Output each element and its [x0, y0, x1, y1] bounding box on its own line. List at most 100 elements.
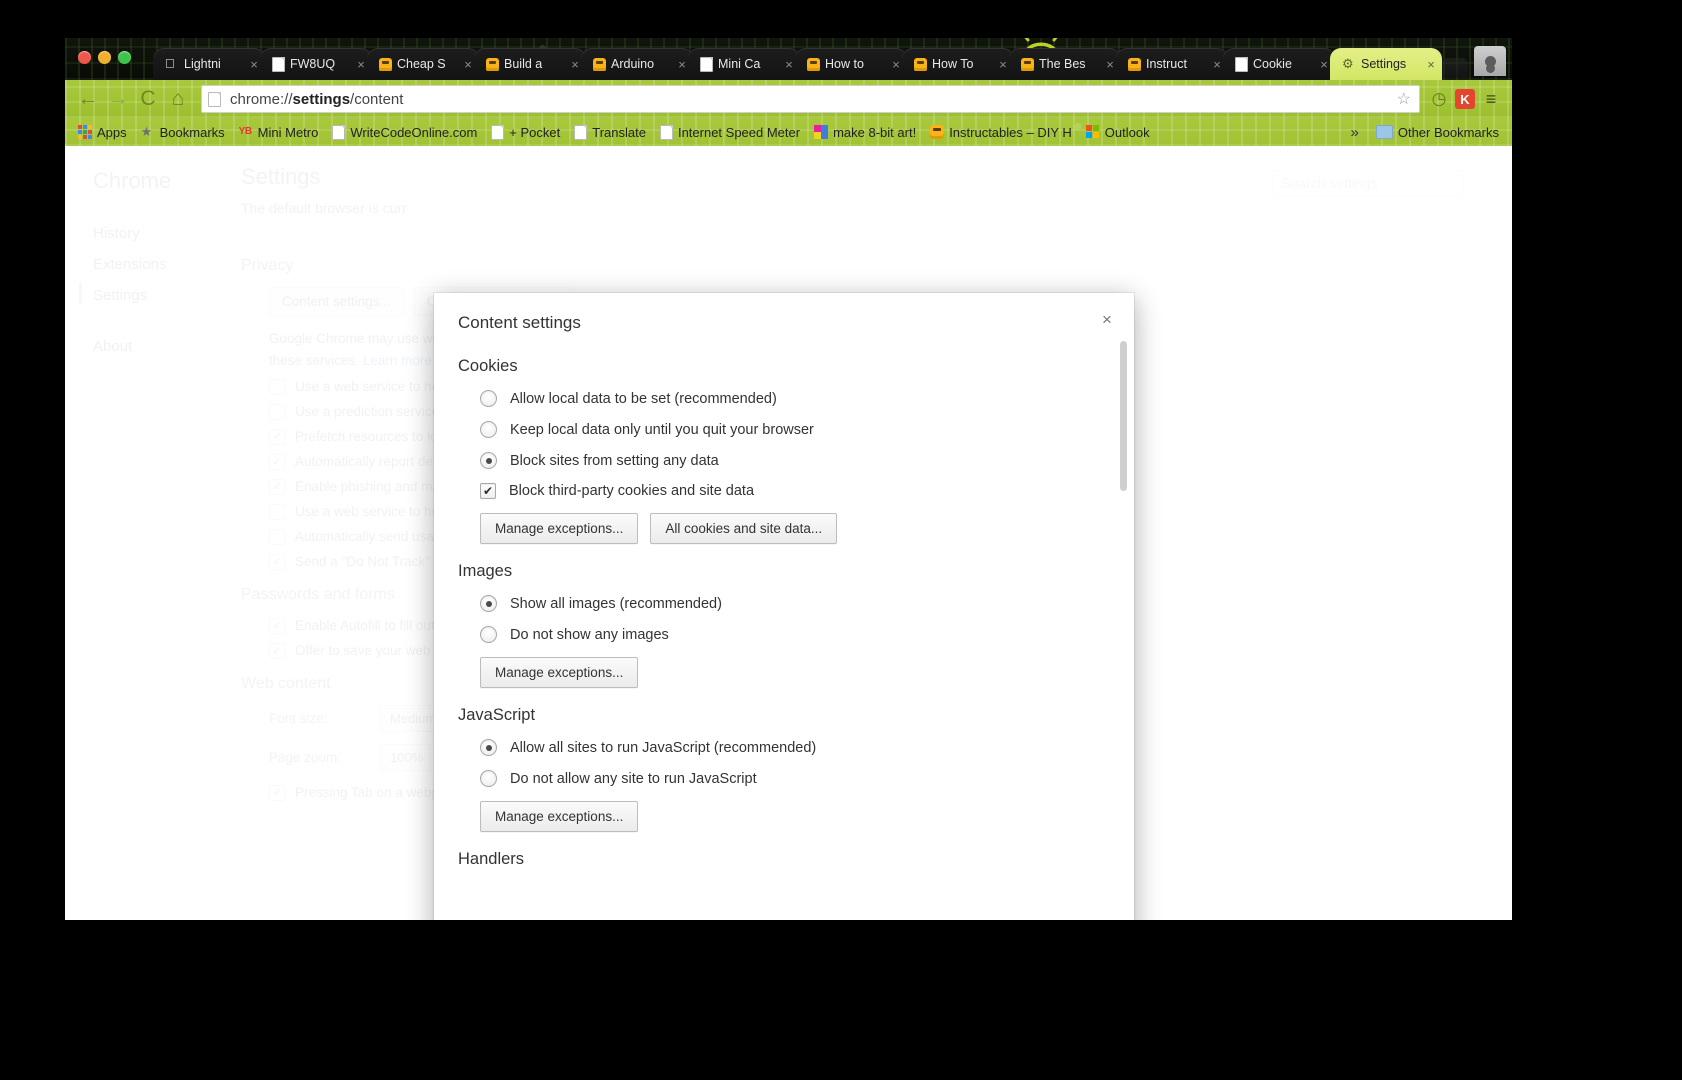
tab-close-icon[interactable]: × — [461, 57, 475, 72]
microsoft-squares-icon — [1085, 125, 1100, 139]
new-tab-button[interactable] — [1442, 58, 1468, 78]
browser-toolbar: ← → C ⌂ chrome://settings/content ☆ ◷ K … — [65, 80, 1512, 118]
radio-label: Allow all sites to run JavaScript (recom… — [510, 739, 817, 756]
bookmark-item[interactable]: Translate — [567, 123, 653, 142]
bookmark-item[interactable]: YB Mini Metro — [232, 123, 326, 142]
tab-title: Settings — [1361, 57, 1407, 71]
star-icon: ★ — [140, 124, 153, 139]
bookmark-item[interactable]: + Pocket — [484, 123, 567, 142]
tab-title: Arduino — [611, 57, 655, 71]
radio-option-row[interactable]: Allow all sites to run JavaScript (recom… — [480, 739, 1110, 756]
bookmarks-overflow-button[interactable]: » — [1341, 122, 1369, 143]
radio-button[interactable] — [480, 595, 497, 612]
document-icon — [272, 56, 285, 72]
chrome-menu-icon[interactable]: ≡ — [1478, 86, 1504, 112]
bookmark-item[interactable]: ★ Bookmarks — [134, 123, 232, 142]
browser-tab[interactable]:  Lightni × — [153, 48, 265, 80]
tab-strip: Lightni×FW8UQ×Cheap S×Build a×Arduino×M… — [65, 38, 1512, 80]
browser-tab[interactable]: Cheap S × — [367, 48, 479, 80]
browser-tab[interactable]: How To × — [902, 48, 1014, 80]
reload-icon[interactable]: C — [133, 84, 163, 114]
extension-clock-icon[interactable]: ◷ — [1426, 86, 1452, 112]
manage-exceptions-button[interactable]: Manage exceptions... — [480, 801, 639, 832]
radio-button[interactable] — [480, 421, 497, 438]
window-close-button[interactable] — [78, 51, 91, 64]
address-bar[interactable]: chrome://settings/content ☆ — [201, 85, 1420, 113]
bookmark-label: Apps — [97, 124, 127, 140]
instructables-robot-icon — [1021, 57, 1034, 71]
browser-tab[interactable]: Instruct × — [1116, 48, 1228, 80]
window-minimize-button[interactable] — [98, 51, 111, 64]
bookmark-item[interactable]: Internet Speed Meter — [653, 123, 807, 142]
instructables-robot-icon — [593, 57, 606, 71]
radio-option-row[interactable]: Keep local data only until you quit your… — [480, 421, 1110, 438]
tab-close-icon[interactable]: × — [889, 57, 903, 72]
bookmark-label: Mini Metro — [257, 124, 319, 140]
radio-option-row[interactable]: Block sites from setting any data — [480, 452, 1110, 469]
extension-red-icon[interactable]: K — [1452, 86, 1478, 112]
radio-button[interactable] — [480, 739, 497, 756]
other-bookmarks-folder[interactable]: Other Bookmarks — [1369, 123, 1506, 142]
browser-tab[interactable]: ⚙ Settings × — [1330, 48, 1442, 80]
radio-button[interactable] — [480, 626, 497, 643]
back-icon[interactable]: ← — [73, 84, 103, 114]
radio-option-row[interactable]: Do not allow any site to run JavaScript — [480, 770, 1110, 787]
profile-avatar-button[interactable] — [1474, 46, 1506, 76]
browser-tab[interactable]: The Bes × — [1009, 48, 1121, 80]
browser-tab[interactable]: FW8UQ × — [260, 48, 372, 80]
radio-label: Do not allow any site to run JavaScript — [510, 770, 757, 787]
window-maximize-button[interactable] — [118, 51, 131, 64]
tab-close-icon[interactable]: × — [996, 57, 1010, 72]
tab-close-icon[interactable]: × — [1317, 57, 1331, 72]
browser-window: Lightni×FW8UQ×Cheap S×Build a×Arduino×M… — [65, 38, 1512, 920]
tab-close-icon[interactable]: × — [1424, 57, 1438, 72]
instructables-robot-icon — [486, 57, 499, 71]
tab-title: Cookie — [1253, 57, 1292, 71]
bookmark-star-icon[interactable]: ☆ — [1397, 89, 1411, 109]
folder-icon — [1375, 125, 1393, 139]
radio-button[interactable] — [480, 770, 497, 787]
page-info-icon[interactable] — [208, 91, 221, 107]
bookmark-item[interactable]: Outlook — [1079, 123, 1157, 142]
browser-tab[interactable]: Mini Ca × — [688, 48, 800, 80]
bookmark-item[interactable]: Apps — [71, 123, 134, 142]
checkbox-option-row[interactable]: ✔ Block third-party cookies and site data — [480, 483, 1110, 499]
tab-title: The Bes — [1039, 57, 1086, 71]
tab-close-icon[interactable]: × — [1210, 57, 1224, 72]
tab-title: How To — [932, 57, 974, 71]
manage-exceptions-button[interactable]: Manage exceptions... — [480, 513, 639, 544]
close-icon[interactable]: × — [1096, 308, 1118, 330]
bookmark-item[interactable]: WriteCodeOnline.com — [325, 123, 484, 142]
tab-title: Instruct — [1146, 57, 1187, 71]
dialog-scrollbar-thumb[interactable] — [1120, 341, 1127, 491]
all-cookies-and-site-data-button[interactable]: All cookies and site data... — [650, 513, 838, 544]
tab-close-icon[interactable]: × — [568, 57, 582, 72]
dialog-button-row: Manage exceptions... — [480, 801, 1110, 832]
tab-close-icon[interactable]: × — [247, 57, 261, 72]
bookmark-item[interactable]: Instructables – DIY H — [923, 123, 1079, 142]
bookmark-item[interactable]: make 8-bit art! — [807, 123, 923, 142]
tab-close-icon[interactable]: × — [1103, 57, 1117, 72]
browser-tab[interactable]: Cookie × — [1223, 48, 1335, 80]
document-icon — [574, 124, 588, 140]
address-bar-url: chrome://settings/content — [230, 90, 404, 108]
dialog-scrollbar[interactable] — [1120, 341, 1127, 920]
radio-option-row[interactable]: Allow local data to be set (recommended) — [480, 390, 1110, 407]
bookmark-label: Instructables – DIY H — [949, 124, 1072, 140]
checkbox[interactable]: ✔ — [480, 483, 496, 499]
radio-button[interactable] — [480, 390, 497, 407]
forward-icon[interactable]: → — [103, 84, 133, 114]
document-icon — [491, 124, 505, 140]
radio-option-row[interactable]: Show all images (recommended) — [480, 595, 1110, 612]
browser-tab[interactable]: Build a × — [474, 48, 586, 80]
tab-close-icon[interactable]: × — [782, 57, 796, 72]
browser-tab[interactable]: Arduino × — [581, 48, 693, 80]
manage-exceptions-button[interactable]: Manage exceptions... — [480, 657, 639, 688]
radio-option-row[interactable]: Do not show any images — [480, 626, 1110, 643]
home-icon[interactable]: ⌂ — [163, 84, 193, 114]
tab-close-icon[interactable]: × — [354, 57, 368, 72]
radio-button[interactable] — [480, 452, 497, 469]
browser-tab[interactable]: How to × — [795, 48, 907, 80]
dialog-header: Content settings × — [434, 293, 1134, 333]
tab-close-icon[interactable]: × — [675, 57, 689, 72]
